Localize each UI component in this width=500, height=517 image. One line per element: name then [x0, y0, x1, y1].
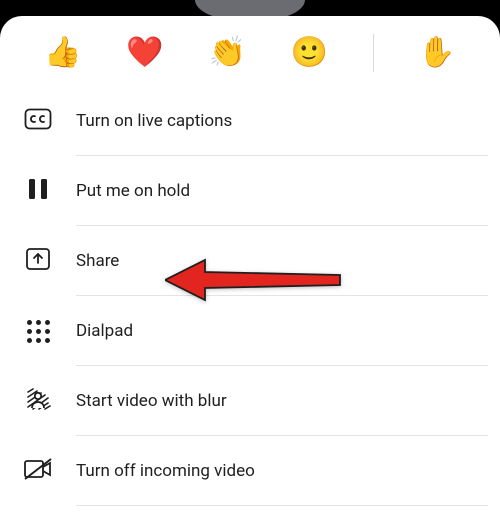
menu-item-label: Put me on hold: [76, 181, 500, 201]
menu-item-label: Turn on live captions: [76, 111, 500, 131]
menu-item-incoming-video-off[interactable]: Turn off incoming video: [0, 436, 500, 506]
menu-item-share[interactable]: Share: [0, 226, 500, 296]
reaction-thumbs-up[interactable]: 👍: [44, 38, 81, 68]
actions-sheet: 👍 ❤️ 👏 🙂 ✋ Turn on live capt: [0, 16, 500, 517]
reaction-clap[interactable]: 👏: [208, 38, 245, 68]
dialpad-icon: [27, 320, 50, 343]
video-off-icon: [23, 457, 53, 485]
menu-item-label: Start video with blur: [76, 391, 500, 411]
menu-item-dialpad[interactable]: Dialpad: [0, 296, 500, 366]
menu-item-hold[interactable]: Put me on hold: [0, 156, 500, 226]
reaction-heart[interactable]: ❤️: [126, 38, 163, 68]
row-divider: [76, 505, 488, 506]
menu-item-label: Dialpad: [76, 321, 500, 341]
reaction-raise-hand[interactable]: ✋: [418, 38, 455, 68]
pause-icon: [27, 177, 49, 205]
menu-item-label: Share: [76, 251, 500, 271]
menu-item-label: Turn off incoming video: [76, 461, 500, 481]
reaction-smile[interactable]: 🙂: [290, 38, 327, 68]
menu-item-captions[interactable]: Turn on live captions: [0, 86, 500, 156]
reactions-bar: 👍 ❤️ 👏 🙂 ✋: [0, 16, 500, 86]
blur-icon: [25, 386, 51, 416]
actions-menu: Turn on live captions Put me on hold: [0, 86, 500, 506]
share-icon: [25, 247, 51, 275]
captions-icon: [24, 108, 52, 134]
menu-item-blur[interactable]: Start video with blur: [0, 366, 500, 436]
reactions-divider: [373, 34, 374, 72]
